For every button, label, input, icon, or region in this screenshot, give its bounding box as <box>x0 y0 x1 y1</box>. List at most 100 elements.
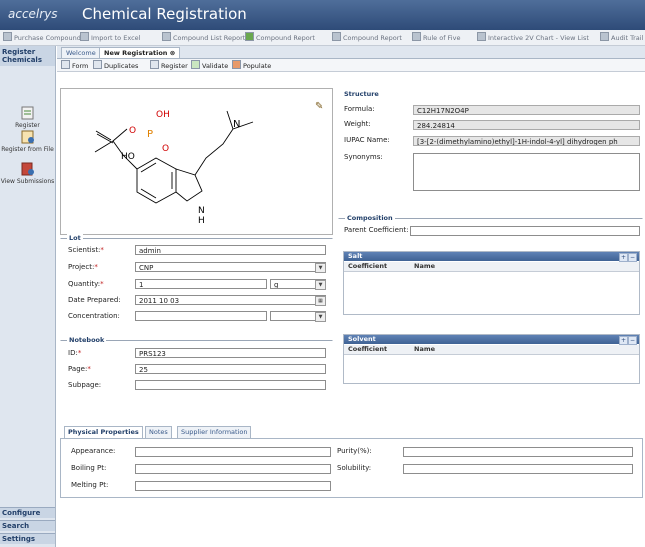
atom-o-ester: O <box>162 144 169 154</box>
app-logo: accelrys <box>8 7 58 21</box>
view-submissions-icon <box>21 162 34 176</box>
composition-section: Composition Parent Coefficient: Salt + −… <box>338 214 643 388</box>
sidebar-item-register[interactable]: Register <box>0 106 55 129</box>
tab-supplier-information[interactable]: Supplier Information <box>177 426 252 438</box>
atom-h-indole: H <box>198 216 205 226</box>
validate-button[interactable]: Validate <box>191 60 228 70</box>
compound-report-icon <box>245 32 254 41</box>
atom-p: P <box>147 129 153 140</box>
chevron-down-icon[interactable]: ▼ <box>315 312 326 322</box>
toolbar-compound-report-2[interactable]: Compound Report <box>332 32 402 43</box>
appearance-label: Appearance: <box>71 447 116 455</box>
sidebar-settings[interactable]: Settings <box>0 533 55 544</box>
close-icon[interactable]: ⊗ <box>170 49 175 57</box>
notebook-id-field[interactable]: PRS123 <box>135 348 326 358</box>
structure-section: Structure Formula: C12H17N2O4P Weight: 2… <box>338 90 643 206</box>
solvent-header: Solvent <box>344 335 639 344</box>
notebook-section: Notebook ID:* PRS123 Page:* 25 Subpage: <box>60 336 333 400</box>
remove-solvent-button[interactable]: − <box>628 336 637 345</box>
project-label: Project:* <box>68 263 98 271</box>
salt-panel: Salt + − Coefficient Name <box>343 251 640 315</box>
synonyms-label: Synonyms: <box>344 153 383 161</box>
purity-field[interactable] <box>403 447 633 457</box>
report-icon <box>332 32 341 41</box>
parent-coefficient-field[interactable] <box>410 226 640 236</box>
add-solvent-button[interactable]: + <box>619 336 628 345</box>
formula-field: C12H17N2O4P <box>413 105 640 115</box>
duplicates-icon <box>93 60 102 69</box>
physical-properties-panel: Appearance: Boiling Pt: Melting Pt: Puri… <box>60 438 643 498</box>
toolbar-compound-list-report[interactable]: Compound List Report <box>162 32 245 43</box>
quantity-field[interactable]: 1 <box>135 279 267 289</box>
edit-icon[interactable]: ✎ <box>315 101 323 112</box>
toolbar-rule-of-five[interactable]: Rule of Five <box>412 32 460 43</box>
duplicates-button[interactable]: Duplicates <box>93 60 138 70</box>
sidebar-search[interactable]: Search <box>0 520 55 531</box>
populate-button[interactable]: Populate <box>232 60 271 70</box>
concentration-field[interactable] <box>135 311 267 321</box>
synonyms-field[interactable] <box>413 153 640 191</box>
notebook-id-label: ID:* <box>68 349 82 357</box>
molecule-drawing: ✎ OH O P O HO N N H <box>94 101 323 226</box>
title-bar: accelrys Chemical Registration <box>0 0 645 30</box>
scientist-label: Scientist:* <box>68 246 104 254</box>
tab-welcome[interactable]: Welcome <box>61 47 101 58</box>
structure-canvas[interactable]: ✎ OH O P O HO N N H <box>60 88 333 235</box>
register-icon <box>21 106 33 120</box>
concentration-label: Concentration: <box>68 312 120 320</box>
salt-col-coefficient[interactable]: Coefficient <box>344 262 410 272</box>
chevron-down-icon[interactable]: ▼ <box>315 280 326 290</box>
chevron-down-icon[interactable]: ▼ <box>315 263 326 273</box>
project-select[interactable]: CNP <box>135 262 326 272</box>
cart-icon <box>3 32 12 41</box>
solubility-label: Solubility: <box>337 464 372 472</box>
weight-field: 284.24814 <box>413 120 640 130</box>
boiling-point-label: Boiling Pt: <box>71 464 107 472</box>
sidebar: Register Chemicals Register Register fro… <box>0 46 56 547</box>
scientist-field[interactable]: admin <box>135 245 326 255</box>
formula-label: Formula: <box>344 105 375 113</box>
tab-new-registration[interactable]: New Registration ⊗ <box>99 47 181 58</box>
solubility-field[interactable] <box>403 464 633 474</box>
solvent-col-name[interactable]: Name <box>406 345 639 355</box>
form-toolbar: Form Duplicates Register Validate Popula… <box>57 59 645 72</box>
add-salt-button[interactable]: + <box>619 253 628 262</box>
register-button[interactable]: Register <box>150 60 188 70</box>
sidebar-item-register-file[interactable]: Register from File <box>0 130 55 153</box>
date-prepared-field[interactable]: 2011 10 03 <box>135 295 326 305</box>
main-toolbar: Purchase Compounds Import to Excel Compo… <box>0 30 645 46</box>
tab-physical-properties[interactable]: Physical Properties <box>64 426 143 438</box>
boiling-point-field[interactable] <box>135 464 331 474</box>
atom-oh: OH <box>156 110 170 120</box>
tab-notes[interactable]: Notes <box>145 426 172 438</box>
rule-icon <box>412 32 421 41</box>
notebook-legend: Notebook <box>67 336 107 344</box>
iupac-field: [3-[2-(dimethylamino)ethyl]-1H-indol-4-y… <box>413 136 640 146</box>
toolbar-compound-report[interactable]: Compound Report <box>245 32 315 43</box>
salt-col-name[interactable]: Name <box>406 262 639 272</box>
register-file-icon <box>21 130 34 144</box>
iupac-label: IUPAC Name: <box>344 136 390 144</box>
register-icon <box>150 60 159 69</box>
atom-o-double: O <box>129 126 136 136</box>
validate-icon <box>191 60 200 69</box>
form-button[interactable]: Form <box>61 60 88 70</box>
toolbar-purchase-compounds[interactable]: Purchase Compounds <box>3 32 84 43</box>
toolbar-import-excel[interactable]: Import to Excel <box>80 32 140 43</box>
toolbar-audit-trail[interactable]: Audit Trail <box>600 32 643 43</box>
page-label: Page:* <box>68 365 91 373</box>
atom-ho: HO <box>121 152 135 162</box>
toolbar-interactive-chart[interactable]: Interactive 2V Chart - View List <box>477 32 589 43</box>
form-icon <box>61 60 70 69</box>
import-icon <box>80 32 89 41</box>
sidebar-item-view-submissions[interactable]: View Submissions <box>0 162 55 185</box>
structure-legend: Structure <box>342 90 381 98</box>
melting-point-field[interactable] <box>135 481 331 491</box>
calendar-icon[interactable]: ▦ <box>315 296 326 306</box>
subpage-field[interactable] <box>135 380 326 390</box>
sidebar-configure[interactable]: Configure <box>0 507 55 518</box>
page-field[interactable]: 25 <box>135 364 326 374</box>
appearance-field[interactable] <box>135 447 331 457</box>
remove-salt-button[interactable]: − <box>628 253 637 262</box>
solvent-col-coefficient[interactable]: Coefficient <box>344 345 410 355</box>
